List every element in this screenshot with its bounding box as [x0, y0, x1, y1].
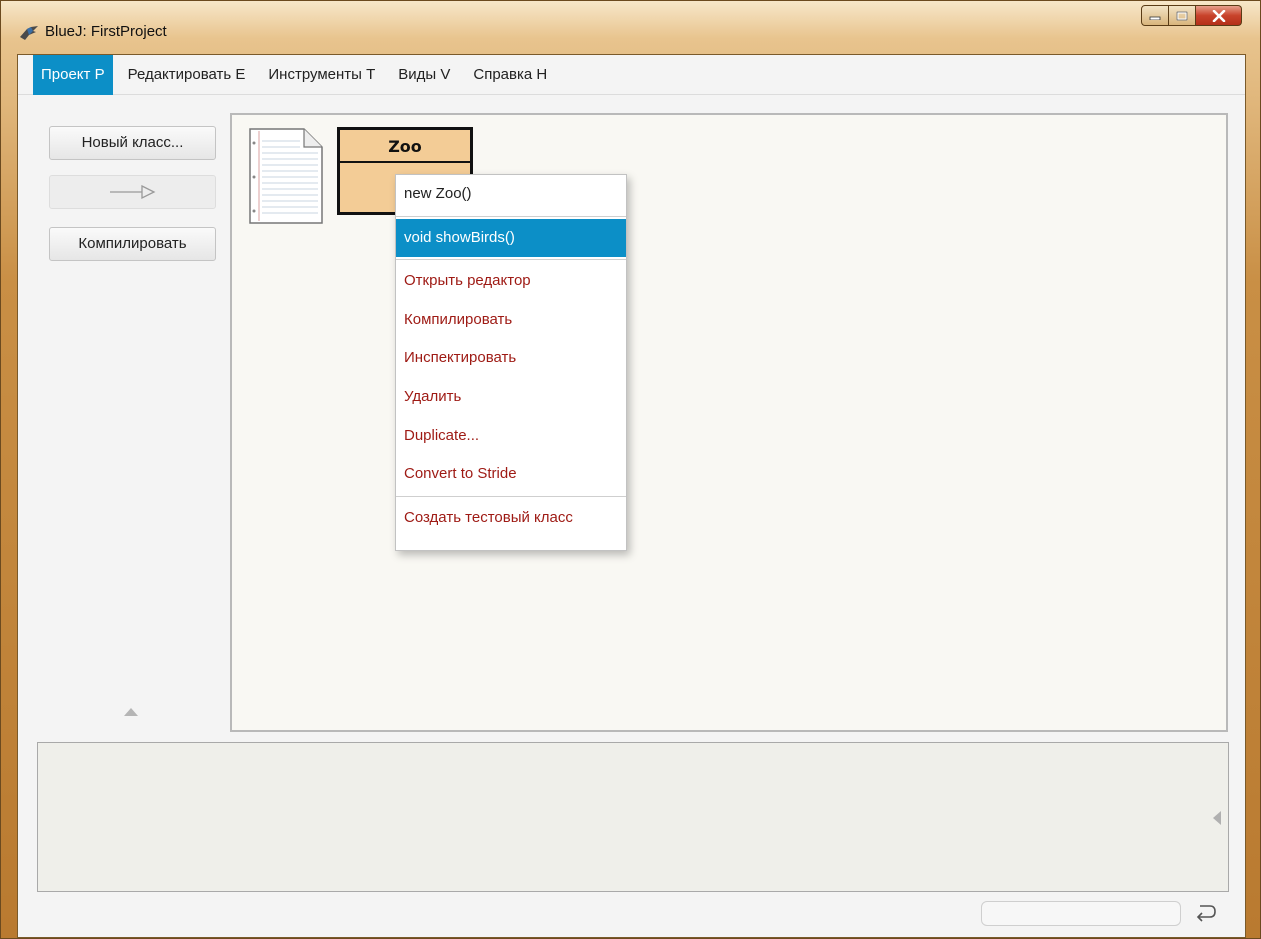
menu-item-show-birds[interactable]: void showBirds() [396, 218, 626, 258]
minimize-icon [1149, 16, 1161, 20]
class-context-menu: new Zoo() void showBirds() Открыть редак… [395, 174, 627, 551]
class-name: Zoo [340, 130, 470, 163]
menu-item-compile[interactable]: Компилировать [396, 301, 626, 340]
menu-project[interactable]: Проект P [33, 54, 113, 95]
title-bar[interactable]: BlueJ: FirstProject [1, 1, 1260, 53]
menu-item-duplicate[interactable]: Duplicate... [396, 417, 626, 456]
minimize-button[interactable] [1141, 5, 1169, 26]
close-icon [1212, 9, 1225, 22]
menu-help[interactable]: Справка H [465, 55, 555, 95]
window-title: BlueJ: FirstProject [45, 23, 167, 40]
return-arrow-icon[interactable] [1193, 900, 1219, 926]
main-panel: Проект P Редактировать E Инструменты T В… [17, 54, 1246, 938]
menu-item-open-editor[interactable]: Открыть редактор [396, 262, 626, 301]
menu-item-inspect[interactable]: Инспектировать [396, 339, 626, 378]
menu-edit[interactable]: Редактировать E [120, 55, 254, 95]
maximize-button[interactable] [1169, 5, 1196, 26]
inheritance-arrow-icon [109, 184, 155, 200]
menu-view[interactable]: Виды V [390, 55, 458, 95]
new-inheritance-button[interactable] [49, 175, 216, 209]
new-class-button[interactable]: Новый класс... [49, 126, 216, 160]
separator [396, 495, 626, 497]
bluej-bird-icon [20, 26, 38, 40]
separator [396, 259, 626, 261]
menu-bar: Проект P Редактировать E Инструменты T В… [18, 54, 1245, 95]
close-button[interactable] [1196, 5, 1242, 26]
menu-item-create-test-class[interactable]: Создать тестовый класс [396, 499, 626, 538]
menu-item-new-zoo[interactable]: new Zoo() [396, 175, 626, 214]
compile-button[interactable]: Компилировать [49, 227, 216, 261]
menu-item-convert-stride[interactable]: Convert to Stride [396, 455, 626, 494]
menu-tools[interactable]: Инструменты T [260, 55, 383, 95]
maximize-icon [1176, 11, 1188, 20]
expand-left-icon[interactable] [1213, 811, 1221, 825]
object-bench[interactable] [37, 742, 1229, 892]
document-icon[interactable] [248, 127, 324, 225]
status-field [981, 901, 1181, 926]
app-window: BlueJ: FirstProject Проект P Редактирова… [0, 0, 1261, 939]
class-diagram[interactable]: Zoo [230, 113, 1228, 732]
expand-up-icon[interactable] [124, 708, 138, 716]
separator [396, 215, 626, 217]
menu-item-remove[interactable]: Удалить [396, 378, 626, 417]
window-controls [1141, 5, 1242, 27]
